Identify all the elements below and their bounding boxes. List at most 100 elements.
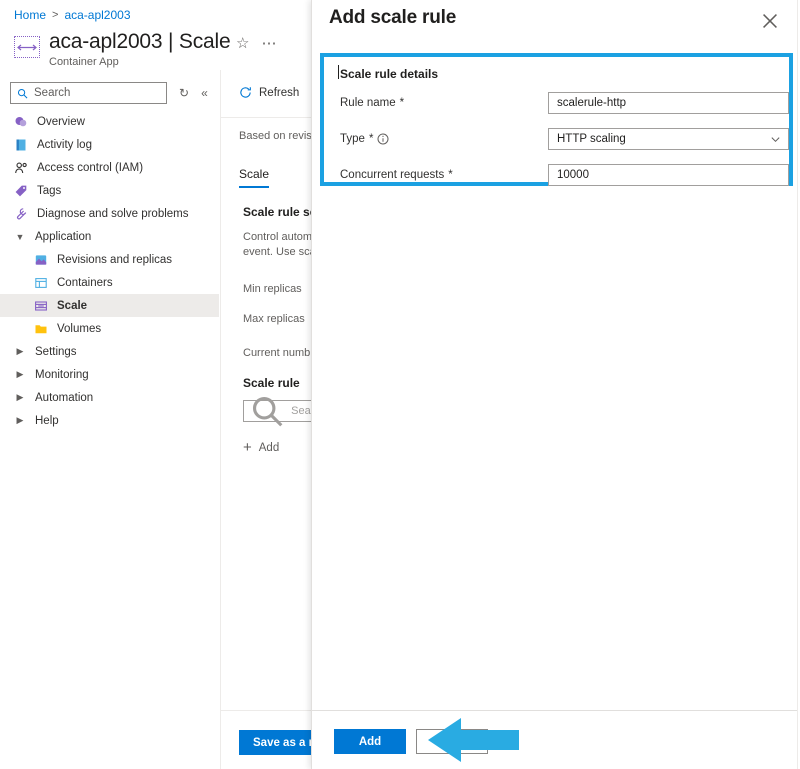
scale-rule-details-section: Scale rule details Rule name * scalerule… [320,53,793,186]
sidebar-nav: Overview Activity log Access control (IA… [0,110,219,432]
sidebar-item-tags[interactable]: Tags [0,179,219,202]
sidebar-item-scale[interactable]: Scale [0,294,219,317]
sidebar-group-application[interactable]: ▼ Application [0,225,219,248]
concurrent-requests-label: Concurrent requests * [340,169,548,181]
blade-title: Add scale rule [329,7,457,28]
rule-name-value: scalerule-http [557,97,627,109]
concurrent-requests-input[interactable]: 10000 [548,164,789,186]
scale-rule-heading: Scale rule [243,376,300,390]
add-label: Add [258,441,280,454]
container-app-icon [14,34,40,60]
sidebar-item-containers[interactable]: Containers [0,271,219,294]
volumes-icon [35,324,47,333]
type-value: HTTP scaling [557,133,626,145]
search-icon [252,396,283,427]
sidebar-item-label: Overview [37,115,85,128]
text-caret [338,65,339,79]
add-scale-rule-button[interactable]: + Add [243,440,279,455]
sidebar-item-label: Tags [37,184,62,197]
section-heading: Scale rule details [340,67,439,81]
concurrent-requests-value: 10000 [557,169,589,181]
refresh-label: Refresh [259,86,300,99]
star-icon[interactable]: ☆ [236,36,249,51]
scale-description-line1: Control autom [243,231,313,243]
scale-description-line2: event. Use sca [243,246,316,258]
tab-scale[interactable]: Scale [239,167,270,188]
chevron-down-icon [771,136,780,142]
sidebar-group-label: Monitoring [35,368,89,381]
sidebar-item-volumes[interactable]: Volumes [0,317,219,340]
sidebar-group-monitoring[interactable]: ▶ Monitoring [0,363,219,386]
type-select[interactable]: HTTP scaling [548,128,789,150]
search-icon [17,88,28,98]
resource-type-label: Container App [49,56,119,69]
tab-bar: Scale [239,165,270,188]
revisions-icon [35,254,47,265]
sidebar-item-activity-log[interactable]: Activity log [0,133,219,156]
sidebar-item-label: Diagnose and solve problems [37,207,189,220]
type-row: Type * HTTP scaling [340,128,789,150]
sidebar-item-label: Containers [57,276,113,289]
ellipsis-icon[interactable]: ⋯ [261,36,277,51]
blade-footer: Add [312,710,800,769]
nav-refresh-icon[interactable]: ↻ [179,87,189,99]
breadcrumb-resource[interactable]: aca-apl2003 [64,8,130,22]
azure-portal-screen: Home > aca-apl2003 aca-apl2003 | Scale C… [0,0,800,769]
required-marker: * [448,169,453,181]
rule-name-label-text: Rule name [340,97,396,109]
plus-icon: + [243,439,252,456]
title-actions: ☆ ⋯ [236,36,277,51]
sidebar-group-label: Help [35,414,59,427]
concurrent-requests-row: Concurrent requests * 10000 [340,164,789,186]
page-title: aca-apl2003 | Scale [49,30,231,53]
sidebar-item-label: Volumes [57,322,102,335]
based-on-revision-text: Based on revisi [239,130,315,142]
info-icon[interactable] [377,133,389,145]
scale-description: Control autom event. Use sca [243,230,316,260]
sidebar-group-automation[interactable]: ▶ Automation [0,386,219,409]
sidebar-item-overview[interactable]: Overview [0,110,219,133]
chevron-right-icon: ▶ [16,346,24,356]
containers-icon [35,277,47,288]
rule-name-label: Rule name * [340,97,548,109]
sidebar-group-label: Automation [35,391,94,404]
nav-collapse-icon[interactable]: « [201,87,208,99]
type-label: Type * [340,133,548,145]
sidebar-item-revisions-and-replicas[interactable]: Revisions and replicas [0,248,219,271]
page-title-text: aca-apl2003 | Scale Container App [49,30,231,69]
concurrent-requests-label-text: Concurrent requests [340,169,445,181]
scale-icon [35,300,47,311]
sidebar-group-label: Settings [35,345,77,358]
scale-rule-set-heading: Scale rule set [243,205,321,219]
activity-log-icon [16,139,26,150]
page-title-row: aca-apl2003 | Scale Container App [14,30,231,69]
sidebar-item-label: Revisions and replicas [57,253,173,266]
cancel-button[interactable] [416,729,488,754]
blade-header: Add scale rule [312,0,800,46]
refresh-button[interactable]: Refresh [239,86,299,99]
breadcrumb: Home > aca-apl2003 [14,8,131,22]
sidebar-item-diagnose[interactable]: Diagnose and solve problems [0,202,219,225]
add-button[interactable]: Add [334,729,406,754]
chevron-right-icon: ▶ [16,392,24,402]
overview-icon [15,116,27,126]
access-control-icon [15,162,27,173]
sidebar-group-settings[interactable]: ▶ Settings [0,340,219,363]
chevron-right-icon: ▶ [16,415,24,425]
rule-name-input[interactable]: scalerule-http [548,92,789,114]
required-marker: * [368,133,374,145]
search-input[interactable]: Search [10,82,167,104]
breadcrumb-home[interactable]: Home [14,8,46,22]
sidebar-item-access-control[interactable]: Access control (IAM) [0,156,219,179]
search-placeholder-text: Search [34,87,71,99]
sidebar-group-label: Application [35,230,92,243]
close-icon[interactable] [761,12,779,30]
type-label-text: Type [340,133,365,145]
diagnose-icon [17,207,27,219]
sidebar-group-help[interactable]: ▶ Help [0,409,219,432]
max-replicas-label: Max replicas [243,313,305,325]
refresh-icon [240,87,251,98]
current-number-label: Current numb [243,347,311,359]
nav-search-row: Search ↻ « [10,82,208,104]
required-marker: * [399,97,405,109]
